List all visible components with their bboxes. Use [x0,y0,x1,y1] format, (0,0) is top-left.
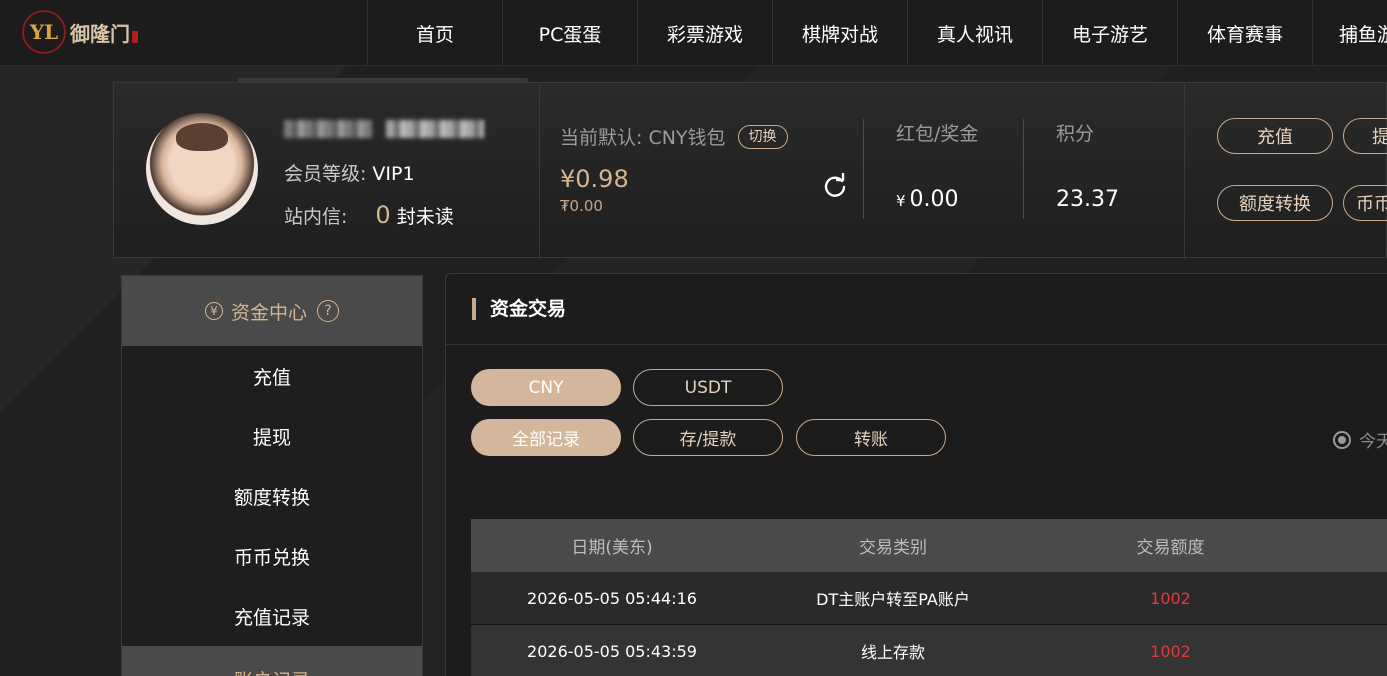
inbox-unread-label: 封未读 [396,206,454,228]
default-wallet: 当前默认: CNY钱包 切换 [560,123,788,150]
transfer-button[interactable]: 额度转换 [1217,185,1333,221]
bonus-currency: ¥ [896,192,906,210]
column-type[interactable]: 交易类别 [753,533,1033,558]
sidebar-item-withdraw[interactable]: 提现 [122,406,422,466]
coin-exchange-button[interactable]: 币币兑换 [1343,185,1387,221]
cell-type: 线上存款 [860,643,925,662]
radio-today[interactable]: 今天 [1333,427,1387,452]
cell-amount: 1002 [1150,588,1191,608]
nav-item-fishing[interactable]: 捕鱼游 [1312,0,1387,66]
nav-item-chess[interactable]: 棋牌对战 [772,0,907,66]
cell-date: 2026-05-05 05:44:16 [527,588,697,608]
sidebar: ¥ 资金中心 ? 充值 提现 额度转换 币币兑换 充值记录 账户记录 [121,275,423,676]
nav-item-home[interactable]: 首页 [367,0,502,66]
table-row[interactable]: 2026-05-05 05:44:16 DT主账户转至PA账户 1002 [471,572,1387,625]
sidebar-heading2-label: 账户记录 [234,666,310,676]
title-divider [446,344,1387,345]
panel-divider [1184,83,1185,259]
table-header: 日期(美东) 交易类别 交易额度 [471,519,1387,572]
column-date[interactable]: 日期(美东) [471,533,753,558]
main-nav: 首页 PC蛋蛋 彩票游戏 棋牌对战 真人视讯 电子游艺 体育赛事 捕鱼游 [367,0,1387,66]
points-label: 积分 [1056,123,1095,145]
site-logo[interactable]: YL 御隆门 [22,6,142,58]
wallet-label: 当前默认: CNY钱包 [560,127,726,149]
refresh-icon[interactable] [822,173,848,199]
logo-text: 御隆门 [70,21,130,46]
nav-item-sports[interactable]: 体育赛事 [1177,0,1312,66]
help-icon[interactable]: ? [317,300,339,322]
sidebar-heading-records[interactable]: 账户记录 [122,646,422,676]
account-panel: 会员等级: VIP1 站内信: 0 封未读 当前默认: CNY钱包 切换 ¥0.9… [113,82,1387,259]
avatar[interactable] [146,113,258,225]
inbox-count: 0 [375,201,391,229]
blurred-account-id [386,120,484,138]
yuan-icon: ¥ [204,302,223,320]
sidebar-heading-funds[interactable]: ¥ 资金中心 ? [122,276,422,346]
panel-divider [1023,119,1024,219]
vip-value: VIP1 [372,163,415,185]
table-row[interactable]: 2026-05-05 05:43:59 线上存款 1002 [471,625,1387,676]
switch-wallet-button[interactable]: 切换 [737,124,788,149]
sidebar-item-transfer[interactable]: 额度转换 [122,466,422,526]
bonus-label: 红包/奖金 [896,123,979,145]
column-amount[interactable]: 交易额度 [1033,533,1308,558]
main-panel: 资金交易 CNY USDT 全部记录 存/提款 转账 今天 日期(美东) 交易类… [445,273,1387,676]
nav-item-lottery[interactable]: 彩票游戏 [637,0,772,66]
tab-deposit-withdraw[interactable]: 存/提款 [633,419,783,456]
radio-checked-icon [1333,430,1351,449]
logo-mark-icon: YL [22,10,66,54]
logo-seal-icon [132,31,138,43]
bonus-value: ¥0.00 [896,187,959,212]
panel-divider [539,83,540,259]
inbox-label: 站内信: [284,206,348,228]
sidebar-heading-label: 资金中心 [230,301,307,324]
nav-item-pc-egg[interactable]: PC蛋蛋 [502,0,637,66]
tab-usdt[interactable]: USDT [633,369,783,406]
cell-date: 2026-05-05 05:43:59 [527,641,697,661]
nav-item-live[interactable]: 真人视讯 [907,0,1042,66]
top-navbar: YL 御隆门 首页 PC蛋蛋 彩票游戏 棋牌对战 真人视讯 电子游艺 体育赛事 … [0,0,1387,66]
transactions-table: 日期(美东) 交易类别 交易额度 2026-05-05 05:44:16 DT主… [471,519,1387,676]
tab-cny[interactable]: CNY [471,369,621,406]
panel-divider [863,119,864,219]
radio-today-label: 今天 [1359,432,1387,452]
wallet-balance: ¥0.98 [560,165,629,193]
vip-level: 会员等级: VIP1 [284,159,415,186]
inbox-status[interactable]: 站内信: 0 封未读 [284,201,454,229]
tab-transfer[interactable]: 转账 [796,419,946,456]
page-title: 资金交易 [472,298,566,320]
cell-type: DT主账户转至PA账户 [816,590,970,609]
sidebar-item-deposit-records[interactable]: 充值记录 [122,586,422,646]
points-value: 23.37 [1056,187,1119,212]
tab-all-records[interactable]: 全部记录 [471,419,621,456]
sidebar-item-deposit[interactable]: 充值 [122,346,422,406]
withdraw-button[interactable]: 提现 [1343,118,1387,154]
cell-amount: 1002 [1150,641,1191,661]
nav-item-slots[interactable]: 电子游艺 [1042,0,1177,66]
wallet-usdt-balance: ₮0.00 [560,197,603,215]
vip-label: 会员等级: [284,163,367,185]
blurred-username [284,120,372,138]
sidebar-item-coin-exchange[interactable]: 币币兑换 [122,526,422,586]
deposit-button[interactable]: 充值 [1217,118,1333,154]
bonus-amount: 0.00 [909,187,959,212]
